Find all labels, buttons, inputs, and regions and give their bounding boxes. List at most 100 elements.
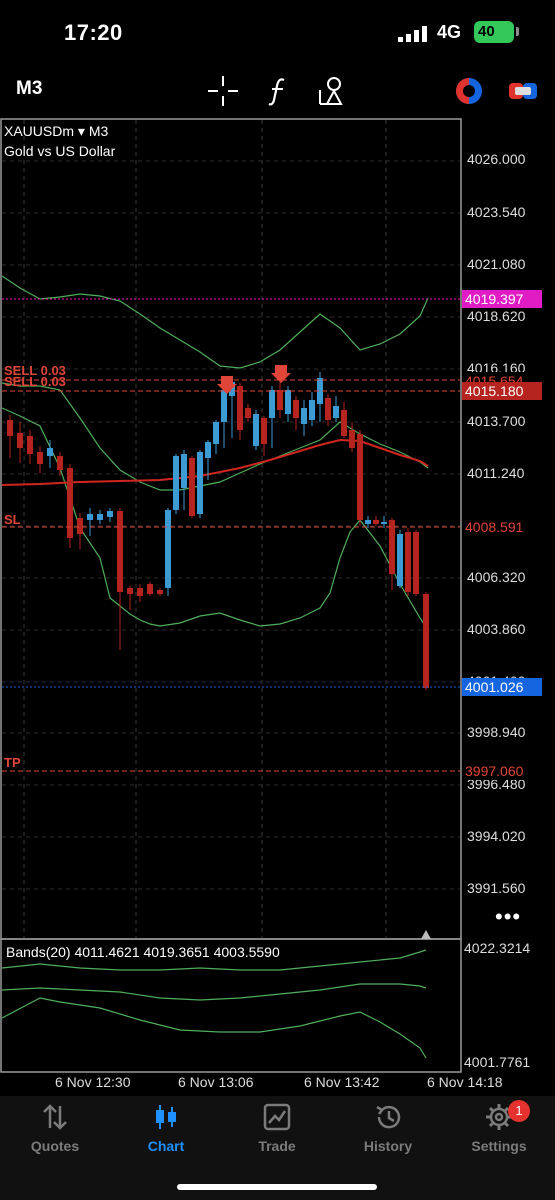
candle-body xyxy=(27,436,33,454)
stop-loss-tag: 4008.591 xyxy=(462,518,542,536)
candle-body xyxy=(165,510,171,588)
candle-body xyxy=(309,400,315,420)
tab-settings[interactable]: 1 Settings xyxy=(454,1100,544,1162)
candle-body xyxy=(301,408,307,424)
timeframe-button[interactable]: M3 xyxy=(16,78,42,100)
candle-body xyxy=(87,514,93,520)
candle-body xyxy=(197,452,203,514)
chart-area[interactable]: XAUUSDm ▾ M3 Gold vs US Dollar 4026.000 … xyxy=(0,118,555,1074)
price-axis-label: 4013.700 xyxy=(467,413,526,429)
bollinger-bands xyxy=(1,275,429,631)
history-icon xyxy=(376,1105,401,1129)
candle-body xyxy=(413,532,419,594)
candle-body xyxy=(57,456,63,470)
price-axis-label: 3998.940 xyxy=(467,724,526,740)
candles xyxy=(7,372,429,690)
trade-toggle-icon[interactable] xyxy=(452,74,486,108)
price-axis-label: 4026.000 xyxy=(467,151,526,167)
candle-body xyxy=(77,518,83,534)
candle-body xyxy=(365,520,371,524)
candle-body xyxy=(117,511,123,592)
candle-body xyxy=(107,511,113,517)
tab-label: History xyxy=(363,1138,413,1154)
one-click-trading-icon[interactable] xyxy=(506,74,540,108)
candle-body xyxy=(47,448,53,456)
candle-body xyxy=(237,386,243,430)
moving-average xyxy=(1,438,429,486)
indicator-middle-band xyxy=(1,983,427,1001)
candle-body xyxy=(253,414,259,446)
moving-average-line xyxy=(1,438,429,486)
candle-body xyxy=(333,406,339,418)
status-bar: 17:20 4G 40 xyxy=(0,0,555,64)
home-indicator xyxy=(177,1184,377,1190)
objects-icon[interactable] xyxy=(316,74,350,108)
candle-body xyxy=(137,588,143,596)
tab-label: Quotes xyxy=(30,1138,80,1154)
price-axis-label: 4006.320 xyxy=(467,569,526,585)
sell-order-label[interactable]: SELL 0.03 xyxy=(4,374,66,389)
candle-body xyxy=(17,433,23,448)
tab-label: Settings xyxy=(471,1138,527,1154)
indicator-axis-bottom: 4001.7761 xyxy=(464,1054,531,1070)
tab-label: Chart xyxy=(147,1138,185,1154)
price-axis-label: 3991.560 xyxy=(467,880,526,896)
candle-body xyxy=(269,390,275,418)
candle-body xyxy=(37,452,43,464)
bid-price-tag: 4001.026 xyxy=(462,678,542,696)
candle-body xyxy=(285,390,291,414)
symbol-description: Gold vs US Dollar xyxy=(4,143,116,159)
candle-body xyxy=(147,584,153,594)
tab-trade[interactable]: Trade xyxy=(232,1102,322,1162)
notification-badge: 1 xyxy=(508,1100,530,1122)
network-type: 4G xyxy=(437,22,462,42)
candle-body xyxy=(221,390,227,422)
candle-body xyxy=(261,418,267,444)
stop-loss-label[interactable]: SL xyxy=(4,512,21,527)
candle-body xyxy=(381,522,387,524)
time-axis-label: 6 Nov 13:06 xyxy=(178,1074,254,1090)
shift-chart-marker xyxy=(421,930,431,939)
indicator-lower-band xyxy=(1,997,427,1059)
tab-chart[interactable]: Chart xyxy=(121,1102,211,1162)
battery-tip xyxy=(516,27,519,36)
candle-body xyxy=(245,408,251,418)
trade-icon xyxy=(263,1103,291,1131)
time-axis: 6 Nov 12:30 6 Nov 13:06 6 Nov 13:42 6 No… xyxy=(0,1074,555,1094)
candle-body xyxy=(213,422,219,444)
function-icon[interactable] xyxy=(262,74,296,108)
take-profit-label[interactable]: TP xyxy=(4,755,21,770)
symbol-header[interactable]: XAUUSDm ▾ M3 xyxy=(4,123,108,140)
tab-quotes[interactable]: Quotes xyxy=(10,1102,100,1162)
bottom-tab-bar: Quotes Chart Trade History 1 Settings xyxy=(0,1096,555,1200)
price-axis-label: 4003.860 xyxy=(467,621,526,637)
quotes-icon xyxy=(43,1104,67,1130)
chart-icon xyxy=(156,1105,176,1129)
more-dots-icon[interactable]: ••• xyxy=(495,904,521,930)
price-axis-label: 4023.540 xyxy=(467,204,526,220)
tab-label: Trade xyxy=(258,1138,296,1154)
candle-body xyxy=(405,532,411,592)
status-time: 17:20 xyxy=(64,20,123,45)
candle-body xyxy=(189,458,195,516)
candle-body xyxy=(181,454,187,488)
upper-band-tag: 4019.397 xyxy=(462,290,542,308)
price-axis-label: 4021.080 xyxy=(467,256,526,272)
candle-body xyxy=(173,456,179,510)
candle-body xyxy=(373,520,379,524)
tab-history[interactable]: History xyxy=(343,1102,433,1162)
candle-body xyxy=(205,442,211,458)
candle-body xyxy=(357,434,363,520)
chart-toolbar: M3 xyxy=(0,64,555,118)
indicator-label: Bands(20) 4011.4621 4019.3651 4003.5590 xyxy=(6,944,280,960)
upper-band xyxy=(1,275,429,369)
symbol-name: XAUUSDm xyxy=(4,123,75,139)
battery-icon: 40 xyxy=(474,21,514,43)
candle-body xyxy=(277,390,283,410)
crosshair-icon[interactable] xyxy=(206,74,240,108)
indicator-axis-top: 4022.3214 xyxy=(464,940,531,956)
time-axis-label: 6 Nov 14:18 xyxy=(427,1074,503,1090)
price-axis-label: 4018.620 xyxy=(467,308,526,324)
take-profit-tag: 3997.060 xyxy=(462,762,542,780)
time-axis-label: 6 Nov 13:42 xyxy=(304,1074,380,1090)
